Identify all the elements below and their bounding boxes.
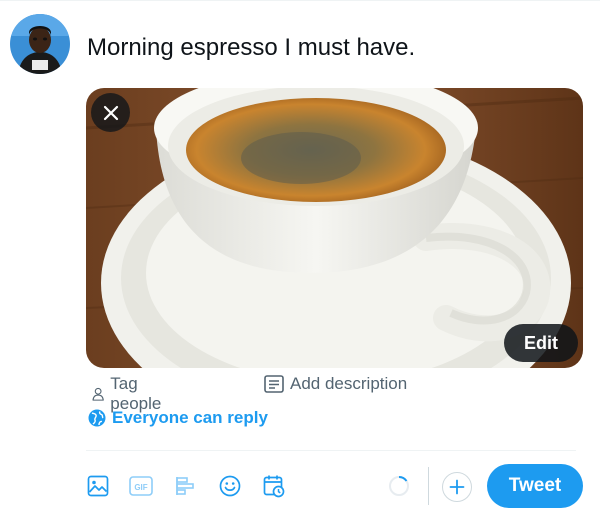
attached-image [86,88,583,368]
progress-ring-icon [389,475,409,496]
description-icon [264,375,284,393]
person-icon [92,387,104,401]
add-description-button[interactable]: Add description [264,374,407,394]
svg-text:GIF: GIF [134,483,147,492]
schedule-icon [263,475,285,498]
add-gif-button[interactable]: GIF [128,472,154,500]
poll-icon [176,477,194,495]
add-another-tweet-button[interactable] [442,472,472,502]
globe-icon [88,409,106,427]
add-description-label: Add description [290,374,408,393]
tweet-text[interactable]: Morning espresso I must have. [87,33,415,63]
reply-setting-label: Everyone can reply [112,408,268,427]
close-icon [103,105,118,120]
add-poll-button[interactable] [174,472,198,500]
edit-media-button[interactable]: Edit [504,324,578,362]
avatar[interactable] [10,14,70,74]
reply-setting-button[interactable]: Everyone can reply [88,408,268,428]
gif-icon: GIF [129,476,153,496]
image-icon [87,475,109,497]
add-image-button[interactable] [86,472,110,500]
toolbar-separator [428,467,429,505]
plus-icon [449,479,465,495]
character-count-progress [388,475,410,497]
add-emoji-button[interactable] [218,472,242,500]
emoji-icon [219,475,241,497]
tweet-button[interactable]: Tweet [487,464,583,508]
schedule-tweet-button[interactable] [262,472,286,500]
composer-divider [86,450,576,451]
top-divider [0,0,600,1]
remove-media-button[interactable] [91,93,130,132]
